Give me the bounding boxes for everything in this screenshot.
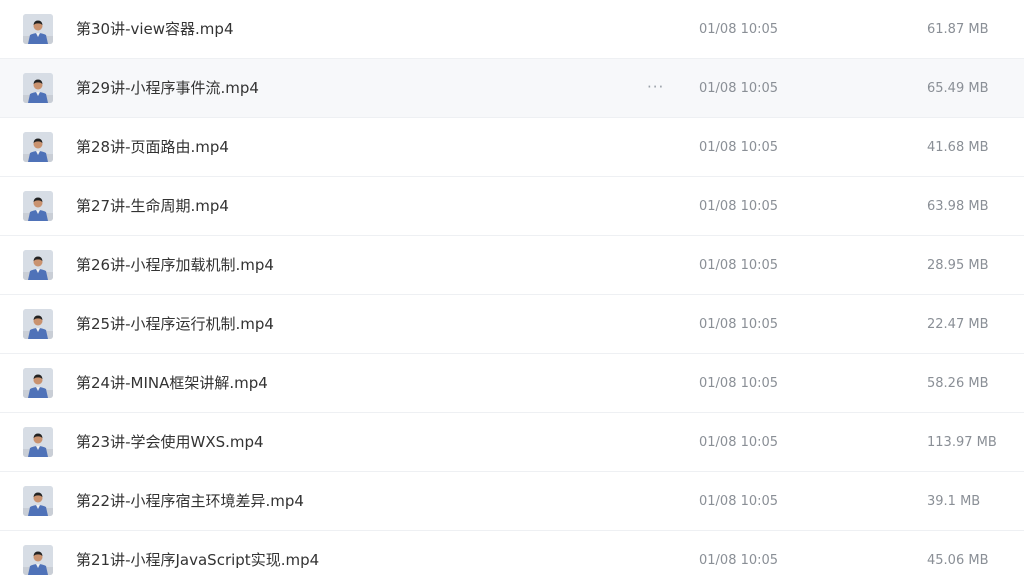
file-size: 45.06 MB	[927, 553, 989, 568]
file-date: 01/08 10:05	[699, 435, 779, 450]
file-date: 01/08 10:05	[699, 317, 779, 332]
file-date: 01/08 10:05	[699, 199, 779, 214]
file-row-hovered[interactable]: 第29讲-小程序事件流.mp4 ··· 01/08 10:05 65.49 MB	[0, 59, 1024, 118]
video-thumbnail-icon	[23, 73, 53, 103]
more-options-icon[interactable]: ···	[647, 59, 664, 115]
file-row[interactable]: 第27讲-生命周期.mp4 01/08 10:05 63.98 MB	[0, 177, 1024, 236]
file-name[interactable]: 第21讲-小程序JavaScript实现.mp4	[76, 531, 319, 582]
file-name[interactable]: 第25讲-小程序运行机制.mp4	[76, 295, 274, 353]
file-date: 01/08 10:05	[699, 376, 779, 391]
video-thumbnail-icon	[23, 486, 53, 516]
file-date: 01/08 10:05	[699, 81, 779, 96]
file-row[interactable]: 第23讲-学会使用WXS.mp4 01/08 10:05 113.97 MB	[0, 413, 1024, 472]
file-row[interactable]: 第22讲-小程序宿主环境差异.mp4 01/08 10:05 39.1 MB	[0, 472, 1024, 531]
video-thumbnail-icon	[23, 545, 53, 575]
video-thumbnail-icon	[23, 132, 53, 162]
video-thumbnail-icon	[23, 250, 53, 280]
file-size: 22.47 MB	[927, 317, 989, 332]
file-name[interactable]: 第29讲-小程序事件流.mp4	[76, 59, 259, 117]
file-row[interactable]: 第21讲-小程序JavaScript实现.mp4 01/08 10:05 45.…	[0, 531, 1024, 582]
file-name[interactable]: 第30讲-view容器.mp4	[76, 0, 234, 58]
file-name[interactable]: 第24讲-MINA框架讲解.mp4	[76, 354, 268, 412]
file-row[interactable]: 第26讲-小程序加载机制.mp4 01/08 10:05 28.95 MB	[0, 236, 1024, 295]
video-thumbnail-icon	[23, 368, 53, 398]
file-size: 61.87 MB	[927, 22, 989, 37]
file-name[interactable]: 第28讲-页面路由.mp4	[76, 118, 229, 176]
video-thumbnail-icon	[23, 191, 53, 221]
video-thumbnail-icon	[23, 309, 53, 339]
file-size: 41.68 MB	[927, 140, 989, 155]
file-size: 58.26 MB	[927, 376, 989, 391]
file-date: 01/08 10:05	[699, 258, 779, 273]
file-list: 第30讲-view容器.mp4 01/08 10:05 61.87 MB 第29…	[0, 0, 1024, 582]
file-row[interactable]: 第30讲-view容器.mp4 01/08 10:05 61.87 MB	[0, 0, 1024, 59]
file-row[interactable]: 第25讲-小程序运行机制.mp4 01/08 10:05 22.47 MB	[0, 295, 1024, 354]
video-thumbnail-icon	[23, 427, 53, 457]
file-size: 113.97 MB	[927, 435, 997, 450]
file-size: 65.49 MB	[927, 81, 989, 96]
video-thumbnail-icon	[23, 14, 53, 44]
file-name[interactable]: 第22讲-小程序宿主环境差异.mp4	[76, 472, 304, 530]
file-name[interactable]: 第23讲-学会使用WXS.mp4	[76, 413, 264, 471]
file-date: 01/08 10:05	[699, 22, 779, 37]
file-row[interactable]: 第24讲-MINA框架讲解.mp4 01/08 10:05 58.26 MB	[0, 354, 1024, 413]
file-date: 01/08 10:05	[699, 140, 779, 155]
file-date: 01/08 10:05	[699, 494, 779, 509]
file-date: 01/08 10:05	[699, 553, 779, 568]
file-size: 63.98 MB	[927, 199, 989, 214]
file-name[interactable]: 第27讲-生命周期.mp4	[76, 177, 229, 235]
file-name[interactable]: 第26讲-小程序加载机制.mp4	[76, 236, 274, 294]
file-size: 39.1 MB	[927, 494, 981, 509]
file-row[interactable]: 第28讲-页面路由.mp4 01/08 10:05 41.68 MB	[0, 118, 1024, 177]
file-size: 28.95 MB	[927, 258, 989, 273]
